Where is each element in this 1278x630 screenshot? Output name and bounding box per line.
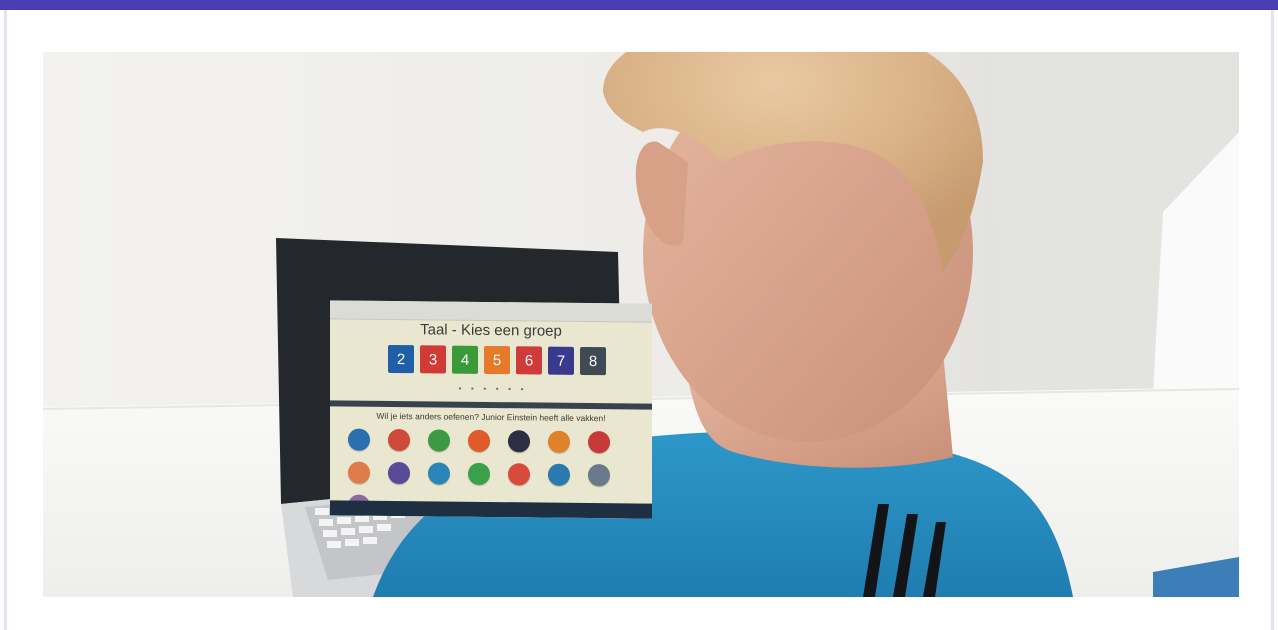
- grade-button-2: 2: [388, 344, 414, 374]
- subject-icon: [588, 431, 610, 454]
- subject-icon: [548, 463, 570, 486]
- subject-icon: [428, 429, 450, 452]
- browser-chrome: [330, 300, 652, 323]
- subject-icon: [508, 430, 530, 453]
- grade-button-3: 3: [420, 345, 446, 374]
- nav-dot: ■: [520, 386, 524, 392]
- screen-subtitle: Wil je iets anders oefenen? Junior Einst…: [376, 410, 606, 424]
- screen-divider: [330, 400, 652, 410]
- grade-button-7: 7: [548, 346, 574, 375]
- nav-dot: ■: [508, 386, 511, 392]
- subject-icon: [428, 462, 450, 485]
- screen-title: Taal - Kies een groep: [420, 321, 562, 340]
- grade-buttons: 2345678: [388, 344, 606, 376]
- subject-icon: [548, 430, 570, 453]
- subject-icon: [508, 463, 530, 486]
- subject-icon: [468, 429, 490, 452]
- screen-nav-row: ■ ■ ■ ■ ■ ■: [330, 384, 652, 399]
- laptop-screen: Taal - Kies een groep 2345678 ■ ■ ■ ■ ■ ■ Wil…: [330, 300, 652, 519]
- grade-button-6: 6: [516, 346, 542, 375]
- nav-dot: ■: [496, 386, 499, 392]
- grade-button-4: 4: [452, 345, 478, 374]
- top-accent-bar: [0, 0, 1278, 10]
- subject-icon: [588, 464, 610, 487]
- subject-icon: [388, 428, 410, 452]
- photo-boy-at-laptop: Taal - Kies een groep 2345678 ■ ■ ■ ■ ■ ■ Wil…: [43, 52, 1239, 597]
- grade-button-8: 8: [580, 346, 606, 376]
- nav-dot: ■: [458, 385, 462, 391]
- subject-icon: [348, 461, 370, 484]
- subject-icon: [388, 461, 410, 485]
- nav-dot: ■: [483, 385, 486, 391]
- subject-icon: [348, 428, 370, 451]
- nav-dot: ■: [471, 385, 474, 391]
- grade-button-5: 5: [484, 345, 510, 375]
- subject-icon: [468, 462, 490, 485]
